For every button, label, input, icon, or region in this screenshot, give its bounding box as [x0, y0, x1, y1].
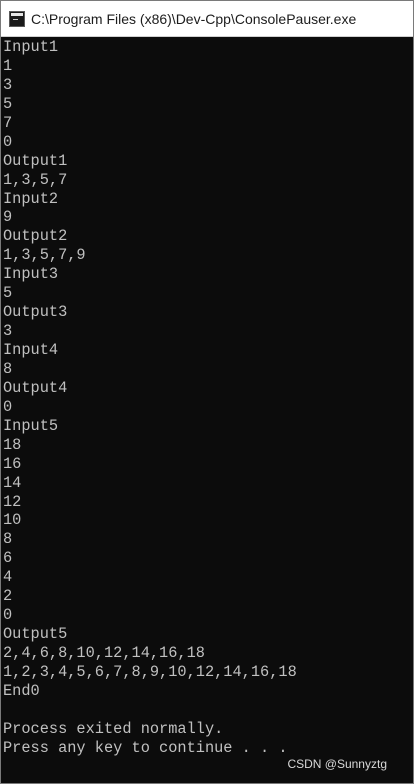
- console-line: Input1: [3, 38, 59, 56]
- console-line: Output1: [3, 151, 68, 170]
- console-line: 0: [3, 606, 13, 625]
- console-line: 2: [3, 587, 13, 606]
- console-line: 8: [3, 530, 13, 549]
- console-line: 5: [3, 284, 13, 303]
- console-line: 5: [3, 94, 13, 113]
- console-line: 1,2,3,4,5,6,7,8,9,10,12,14,16,18: [3, 662, 297, 681]
- console-line: 14: [3, 473, 22, 492]
- console-line: Press any key to continue . . .: [3, 738, 288, 757]
- console-line: 18: [3, 435, 22, 454]
- console-line: 6: [3, 549, 13, 568]
- console-line: Output4: [3, 378, 68, 397]
- console-line: 12: [3, 492, 22, 511]
- console-window[interactable]: C:\Program Files (x86)\Dev-Cpp\ConsolePa…: [0, 0, 414, 784]
- console-line: Process exited normally.: [3, 719, 224, 738]
- console-line: 3: [3, 322, 13, 341]
- console-line: 1,3,5,7: [3, 170, 68, 189]
- console-line: 1: [3, 56, 13, 75]
- console-line: 2,4,6,8,10,12,14,16,18: [3, 644, 205, 662]
- console-line: Output3: [3, 303, 68, 322]
- console-line: 0: [3, 132, 13, 151]
- console-line: 4: [3, 568, 13, 587]
- console-line: End0: [3, 681, 40, 700]
- console-line: 0: [3, 397, 13, 416]
- console-line: Input2: [3, 189, 59, 208]
- title-bar[interactable]: C:\Program Files (x86)\Dev-Cpp\ConsolePa…: [1, 1, 413, 37]
- console-line: Output2: [3, 227, 68, 246]
- console-line: Output5: [3, 625, 68, 644]
- console-line: 9: [3, 208, 13, 227]
- console-line: Input3: [3, 265, 59, 284]
- console-line: Input5: [3, 416, 59, 435]
- console-app-icon: [9, 10, 25, 27]
- console-line: 10: [3, 511, 22, 530]
- console-line: 1,3,5,7,9: [3, 246, 86, 265]
- watermark: CSDN @Sunnyztg: [287, 757, 387, 771]
- console-line: Input4: [3, 341, 59, 359]
- console-line: 8: [3, 359, 13, 378]
- console-line: 3: [3, 75, 13, 94]
- window-title: C:\Program Files (x86)\Dev-Cpp\ConsolePa…: [31, 10, 357, 27]
- console-output[interactable]: Input1 1 3 5 7 0 Output1 1,3,5,7 Input2 9 Output2 1…: [3, 38, 413, 783]
- console-line: 7: [3, 113, 13, 132]
- console-line: 16: [3, 454, 22, 473]
